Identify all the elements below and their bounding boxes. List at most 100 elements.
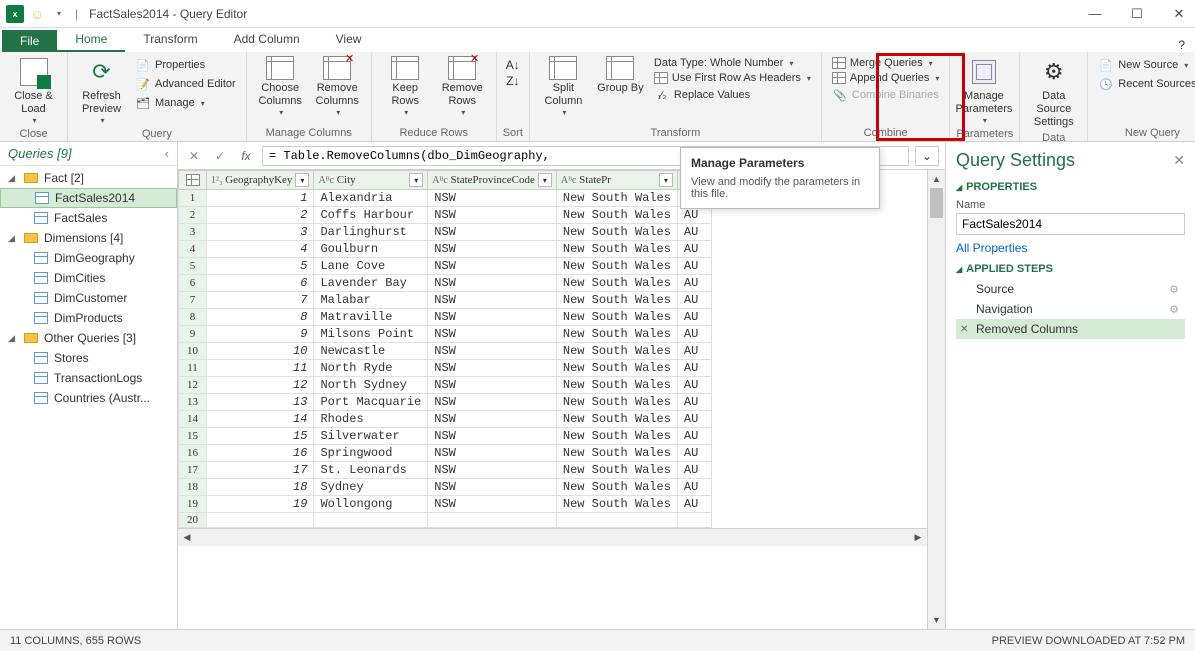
qat-dropdown[interactable]: ▾ [50, 5, 68, 23]
applied-step[interactable]: Source⚙ [956, 279, 1185, 299]
cell[interactable]: New South Wales [556, 496, 677, 513]
group-by-button[interactable]: Group By [593, 54, 648, 97]
cell[interactable]: NSW [428, 394, 557, 411]
cell[interactable]: AU [677, 411, 711, 428]
gear-icon[interactable]: ⚙ [1169, 303, 1179, 316]
cell[interactable]: 17 [207, 462, 314, 479]
cell[interactable]: Alexandria [314, 190, 428, 207]
row-number[interactable]: 19 [179, 496, 207, 513]
row-number[interactable]: 8 [179, 309, 207, 326]
fx-icon[interactable]: fx [236, 146, 256, 166]
table-row[interactable]: 1313Port MacquarieNSWNew South WalesAU [179, 394, 712, 411]
horizontal-scrollbar[interactable]: ◀ ▶ [178, 528, 927, 546]
row-number[interactable]: 1 [179, 190, 207, 207]
data-type-button[interactable]: Data Type: Whole Number [652, 56, 813, 70]
cell[interactable]: NSW [428, 258, 557, 275]
cell[interactable]: AU [677, 258, 711, 275]
column-header[interactable]: Aᴮc StatePr▾ [556, 171, 677, 190]
cell[interactable]: 2 [207, 207, 314, 224]
cell[interactable]: 16 [207, 445, 314, 462]
cell[interactable]: Sydney [314, 479, 428, 496]
cell[interactable] [314, 513, 428, 528]
remove-rows-button[interactable]: ✕ Remove Rows [435, 54, 490, 120]
scroll-down-arrow[interactable]: ▼ [928, 611, 945, 629]
tree-query-item[interactable]: Countries (Austr... [0, 388, 177, 408]
cell[interactable]: Matraville [314, 309, 428, 326]
cell[interactable]: 9 [207, 326, 314, 343]
row-number[interactable]: 7 [179, 292, 207, 309]
cell[interactable]: 5 [207, 258, 314, 275]
cell[interactable]: Milsons Point [314, 326, 428, 343]
smiley-icon[interactable]: ☺ [28, 5, 46, 23]
cell[interactable]: Lane Cove [314, 258, 428, 275]
cell[interactable]: New South Wales [556, 411, 677, 428]
new-source-button[interactable]: 📄New Source [1096, 56, 1195, 74]
properties-button[interactable]: 📄Properties [133, 56, 238, 74]
cell[interactable]: AU [677, 462, 711, 479]
cell[interactable]: New South Wales [556, 428, 677, 445]
replace-values-button[interactable]: ₁⁄₂Replace Values [652, 86, 813, 104]
cell[interactable]: AU [677, 309, 711, 326]
cell[interactable] [428, 513, 557, 528]
row-number[interactable]: 13 [179, 394, 207, 411]
row-number[interactable]: 14 [179, 411, 207, 428]
cell[interactable]: 15 [207, 428, 314, 445]
cell[interactable]: New South Wales [556, 241, 677, 258]
tree-folder[interactable]: ◢Dimensions [4] [0, 228, 177, 248]
cell[interactable]: New South Wales [556, 224, 677, 241]
scroll-up-arrow[interactable]: ▲ [928, 170, 945, 188]
manage-parameters-button[interactable]: Manage Parameters [956, 54, 1011, 128]
row-number[interactable]: 5 [179, 258, 207, 275]
cell[interactable]: 14 [207, 411, 314, 428]
corner-cell[interactable] [179, 171, 207, 190]
advanced-editor-button[interactable]: 📝Advanced Editor [133, 75, 238, 93]
tree-query-item[interactable]: Stores [0, 348, 177, 368]
table-row[interactable]: 1515SilverwaterNSWNew South WalesAU [179, 428, 712, 445]
expand-icon[interactable]: ◢ [8, 173, 18, 184]
table-row[interactable]: 1818SydneyNSWNew South WalesAU [179, 479, 712, 496]
table-row[interactable]: 1111North RydeNSWNew South WalesAU [179, 360, 712, 377]
cell[interactable]: AU [677, 292, 711, 309]
tree-query-item[interactable]: DimCities [0, 268, 177, 288]
cell[interactable]: NSW [428, 360, 557, 377]
column-header[interactable]: Aᴮc City▾ [314, 171, 428, 190]
cell[interactable]: 13 [207, 394, 314, 411]
cell[interactable]: New South Wales [556, 479, 677, 496]
append-queries-button[interactable]: Append Queries [830, 71, 942, 85]
tree-query-item[interactable]: DimProducts [0, 308, 177, 328]
collapse-panel-button[interactable]: ‹ [165, 146, 169, 161]
sort-desc-button[interactable]: Z↓ [506, 74, 519, 88]
row-number[interactable]: 10 [179, 343, 207, 360]
filter-button[interactable]: ▾ [538, 173, 552, 187]
merge-queries-button[interactable]: Merge Queries [830, 56, 942, 70]
tree-query-item[interactable]: DimCustomer [0, 288, 177, 308]
keep-rows-button[interactable]: Keep Rows [378, 54, 433, 120]
tree-query-item[interactable]: FactSales [0, 208, 177, 228]
filter-button[interactable]: ▾ [295, 173, 309, 187]
row-number[interactable]: 15 [179, 428, 207, 445]
cell[interactable]: NSW [428, 377, 557, 394]
row-number[interactable]: 11 [179, 360, 207, 377]
all-properties-link[interactable]: All Properties [956, 241, 1185, 255]
table-row[interactable]: 33DarlinghurstNSWNew South WalesAU [179, 224, 712, 241]
close-and-load-button[interactable]: Close & Load [6, 54, 61, 128]
file-tab[interactable]: File [2, 30, 57, 52]
cell[interactable]: AU [677, 394, 711, 411]
cell[interactable]: Lavender Bay [314, 275, 428, 292]
cell[interactable]: New South Wales [556, 258, 677, 275]
cell[interactable]: NSW [428, 411, 557, 428]
table-row[interactable]: 11AlexandriaNSWNew South WalesAU [179, 190, 712, 207]
row-number[interactable]: 17 [179, 462, 207, 479]
tree-folder[interactable]: ◢Other Queries [3] [0, 328, 177, 348]
cell[interactable]: New South Wales [556, 326, 677, 343]
cell[interactable]: 12 [207, 377, 314, 394]
tab-view[interactable]: View [318, 28, 380, 52]
help-icon[interactable]: ? [1178, 38, 1185, 52]
table-row[interactable]: 20 [179, 513, 712, 528]
cell[interactable]: New South Wales [556, 292, 677, 309]
cell[interactable]: Rhodes [314, 411, 428, 428]
cell[interactable]: Malabar [314, 292, 428, 309]
cell[interactable]: 3 [207, 224, 314, 241]
cell[interactable]: NSW [428, 496, 557, 513]
cell[interactable]: Springwood [314, 445, 428, 462]
